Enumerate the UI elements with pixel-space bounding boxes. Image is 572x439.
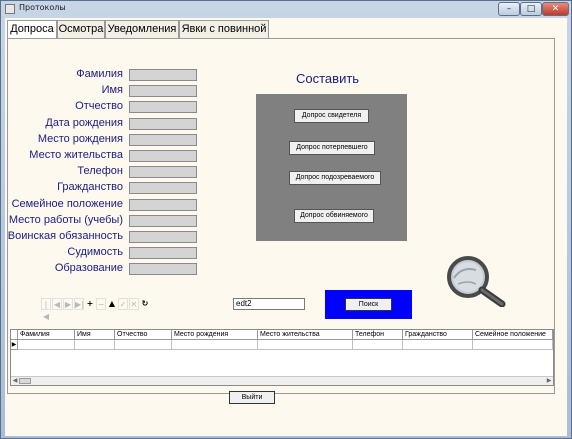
search-panel: Поиск (325, 290, 412, 319)
field-input[interactable] (129, 247, 197, 259)
column-header[interactable]: Место рождения (172, 330, 258, 340)
grid-cell[interactable] (18, 340, 75, 350)
field-label: Место работы (учебы) (8, 214, 123, 226)
witness-interrogation-button[interactable]: Допрос свидетеля (294, 109, 369, 123)
field-input[interactable] (129, 134, 197, 146)
victim-interrogation-button[interactable]: Допрос потерпевшего (289, 141, 375, 155)
grid-cell[interactable] (403, 340, 473, 350)
grid-cell[interactable] (75, 340, 115, 350)
field-input[interactable] (129, 215, 197, 227)
grid-corner (11, 330, 18, 340)
field-input[interactable] (129, 231, 197, 243)
close-button[interactable]: ✕ (542, 2, 569, 16)
column-header[interactable]: Место жительства (258, 330, 353, 340)
field-label: Фамилия (76, 68, 123, 80)
post-record-button[interactable]: ✓ (118, 298, 128, 310)
column-header[interactable]: Отчество (115, 330, 172, 340)
field-label: Образование (54, 262, 123, 274)
field-input[interactable] (129, 199, 197, 211)
grid-cell[interactable] (115, 340, 172, 350)
refresh-button[interactable]: ↻ (140, 298, 150, 310)
column-header[interactable]: Гражданство (403, 330, 473, 340)
scroll-left-icon[interactable]: ◀ (11, 377, 19, 385)
first-record-button[interactable]: |◀ (41, 298, 51, 321)
insert-record-button[interactable]: + (85, 298, 95, 310)
compose-title: Составить (296, 71, 360, 86)
field-input[interactable] (129, 69, 197, 81)
field-label: Гражданство (57, 181, 123, 193)
tab-notification[interactable]: Уведомления (105, 20, 179, 38)
column-header[interactable]: Телефон (353, 330, 403, 340)
row-indicator-icon: ▶ (11, 340, 18, 350)
field-input[interactable] (129, 263, 197, 275)
field-label: Дата рождения (45, 117, 123, 129)
magnifier-image (442, 256, 512, 308)
exit-button[interactable]: Выйти (229, 391, 275, 404)
client-area: Допроса Осмотра Уведомления Явки с повин… (5, 18, 567, 436)
field-input[interactable] (129, 118, 197, 130)
field-label: Телефон (77, 165, 123, 177)
search-input[interactable]: edt2 (233, 298, 305, 310)
cancel-record-button[interactable]: ✕ (129, 298, 139, 310)
table-row[interactable]: ▶ (11, 340, 553, 350)
grid-cell[interactable] (353, 340, 403, 350)
interrogation-panel: Фамилия Имя Отчество Дата рождения Место рож… (7, 38, 555, 394)
grid-cell[interactable] (172, 340, 258, 350)
field-label: Место жительства (29, 149, 123, 161)
field-label: Судимость (67, 246, 123, 258)
minimize-button[interactable]: – (498, 2, 520, 16)
next-record-button[interactable]: ▶ (63, 298, 73, 310)
suspect-interrogation-button[interactable]: Допрос подозреваемого (289, 171, 381, 185)
edit-record-button[interactable]: ▲ (107, 298, 117, 310)
field-label: Имя (101, 84, 123, 96)
tab-interrogation[interactable]: Допроса (7, 20, 57, 39)
scroll-thumb[interactable] (19, 378, 31, 384)
field-input[interactable] (129, 150, 197, 162)
field-input[interactable] (129, 182, 197, 194)
protocols-window: Протоколы – □ ✕ Допроса Осмотра Уведомле… (0, 0, 572, 439)
column-header[interactable]: Фамилия (18, 330, 75, 340)
prior-record-button[interactable]: ◀ (52, 298, 62, 310)
delete-record-button[interactable]: − (96, 298, 106, 310)
window-title: Протоколы (19, 3, 66, 12)
grid-header: Фамилия Имя Отчество Место рождения Место жи… (11, 330, 553, 340)
field-label: Место рождения (37, 133, 123, 145)
tab-inspection[interactable]: Осмотра (57, 20, 105, 38)
search-button[interactable]: Поиск (345, 298, 392, 311)
column-header[interactable]: Семейное положение (473, 330, 553, 340)
scroll-right-icon[interactable]: ▶ (545, 377, 553, 385)
tab-confession[interactable]: Явки с повинной (179, 20, 269, 38)
field-input[interactable] (129, 166, 197, 178)
last-record-button[interactable]: ▶| (74, 298, 84, 310)
field-label: Семейное положение (11, 198, 123, 210)
accused-interrogation-button[interactable]: Допрос обвиняемого (294, 209, 374, 223)
maximize-button[interactable]: □ (520, 2, 542, 16)
grid-cell[interactable] (473, 340, 553, 350)
title-bar: Протоколы – □ ✕ (1, 1, 571, 18)
field-input[interactable] (129, 85, 197, 97)
field-label: Воинская обязанность (7, 230, 123, 242)
records-grid[interactable]: Фамилия Имя Отчество Место рождения Место жи… (10, 329, 554, 386)
app-icon (5, 4, 15, 14)
horizontal-scrollbar[interactable]: ◀ ▶ (11, 376, 553, 385)
compose-panel: Допрос свидетеля Допрос потерпевшего Доп… (256, 94, 407, 241)
field-label: Отчество (75, 100, 123, 112)
field-input[interactable] (129, 101, 197, 113)
grid-cell[interactable] (258, 340, 353, 350)
column-header[interactable]: Имя (75, 330, 115, 340)
